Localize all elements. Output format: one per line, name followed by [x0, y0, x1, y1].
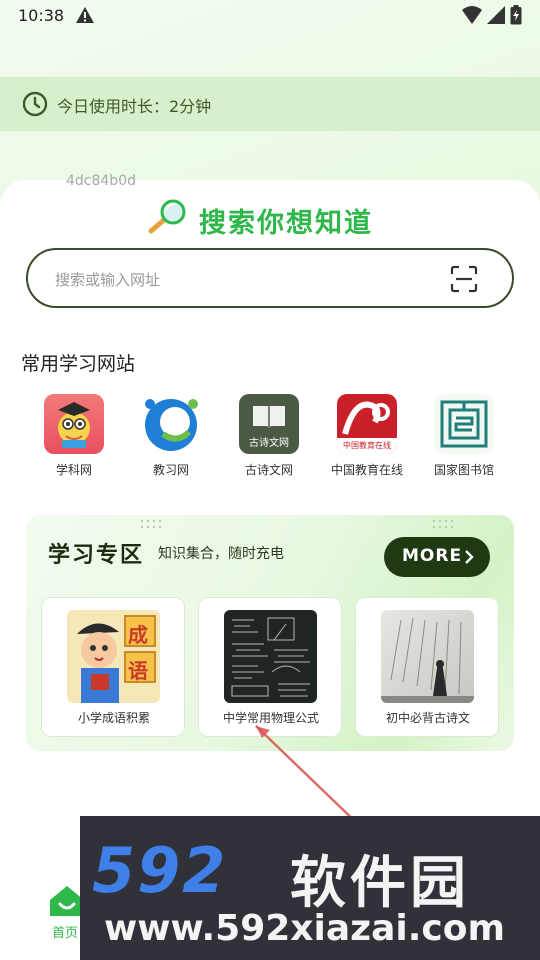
gushiwen-icon: 古诗文网: [239, 394, 299, 454]
watermark-brand-number: 592: [92, 834, 228, 907]
watermark-url: www.592xiazai.com: [104, 908, 505, 949]
status-bar: 10:38: [0, 0, 540, 32]
scan-icon[interactable]: [450, 265, 478, 293]
site-item-gushiwen[interactable]: 古诗文网 古诗文网: [219, 394, 319, 484]
physics-blackboard-thumb: [224, 610, 317, 703]
site-label: 中国教育在线: [330, 463, 403, 477]
watermark-brand-text: 软件园: [290, 851, 470, 916]
search-placeholder: 搜索或输入网址: [55, 271, 161, 289]
home-icon: [50, 886, 84, 916]
usage-time-text: 今日使用时长：2分钟: [57, 97, 212, 116]
topic-card-idioms[interactable]: 成 语 小学成语积累: [41, 597, 185, 737]
topic-card-physics[interactable]: 中学常用物理公式: [198, 597, 342, 737]
gushiwen-icon-text: 古诗文网: [249, 438, 289, 449]
battery-icon: [510, 5, 522, 25]
site-item-nlc[interactable]: 国家图书馆: [414, 394, 514, 484]
more-button[interactable]: MORE: [384, 537, 490, 577]
idiom-char-2: 语: [128, 659, 148, 683]
search-input[interactable]: 搜索或输入网址: [26, 248, 514, 308]
xuekewang-icon: [44, 394, 104, 454]
usage-time-banner: 今日使用时长：2分钟: [0, 77, 540, 131]
status-time: 10:38: [18, 6, 65, 25]
sites-section-title: 常用学习网站: [21, 353, 136, 375]
eol-icon: 中国教育在线: [337, 394, 397, 454]
topic-label: 初中必背古诗文: [385, 711, 470, 725]
home-label: 首页: [52, 926, 79, 941]
topic-card-poems[interactable]: 初中必背古诗文: [355, 597, 499, 737]
study-zone-title: 学习专区: [48, 543, 145, 568]
site-label: 学科网: [55, 463, 92, 477]
study-zone-subtitle: 知识集合，随时充电: [158, 546, 284, 562]
warning-icon: [76, 7, 94, 23]
jiaoxiwang-icon: [141, 394, 201, 454]
site-item-xuekewang[interactable]: 学科网: [24, 394, 124, 484]
study-zone: 学习专区 知识集合，随时充电 MORE 成 语 小学成语积累 中学常用物理公式 …: [26, 515, 514, 751]
more-label: MORE: [402, 546, 463, 566]
site-label: 古诗文网: [244, 463, 293, 477]
signal-icon: [487, 6, 505, 24]
chevron-right-icon: [465, 550, 474, 564]
watermark-id: 4dc84b0d: [66, 173, 136, 189]
site-item-eol[interactable]: 中国教育在线 中国教育在线: [317, 394, 417, 484]
decor-dots: [432, 519, 454, 529]
eol-icon-text: 中国教育在线: [343, 441, 391, 450]
search-heading: 搜索你想知道: [145, 199, 405, 239]
site-label: 教习网: [152, 463, 189, 477]
topic-label: 小学成语积累: [77, 711, 150, 725]
ink-painting-thumb: [381, 610, 474, 703]
nlc-icon: [434, 394, 494, 454]
site-label: 国家图书馆: [433, 463, 494, 477]
search-heading-text: 搜索你想知道: [199, 208, 373, 239]
magnifier-icon: [148, 199, 186, 234]
clock-icon: [22, 91, 48, 117]
idiom-cartoon-thumb: 成 语: [67, 610, 160, 703]
site-item-jiaoxiwang[interactable]: 教习网: [121, 394, 221, 484]
sites-list: 学科网 教习网 古诗文网 古诗文网 中国教育在线 中国教育在线 国家图书馆: [0, 394, 540, 484]
site-watermark-banner: 592 软件园 www.592xiazai.com: [80, 816, 540, 960]
wifi-icon: [462, 6, 482, 24]
idiom-char-1: 成: [128, 623, 148, 647]
decor-dots: [140, 519, 162, 529]
